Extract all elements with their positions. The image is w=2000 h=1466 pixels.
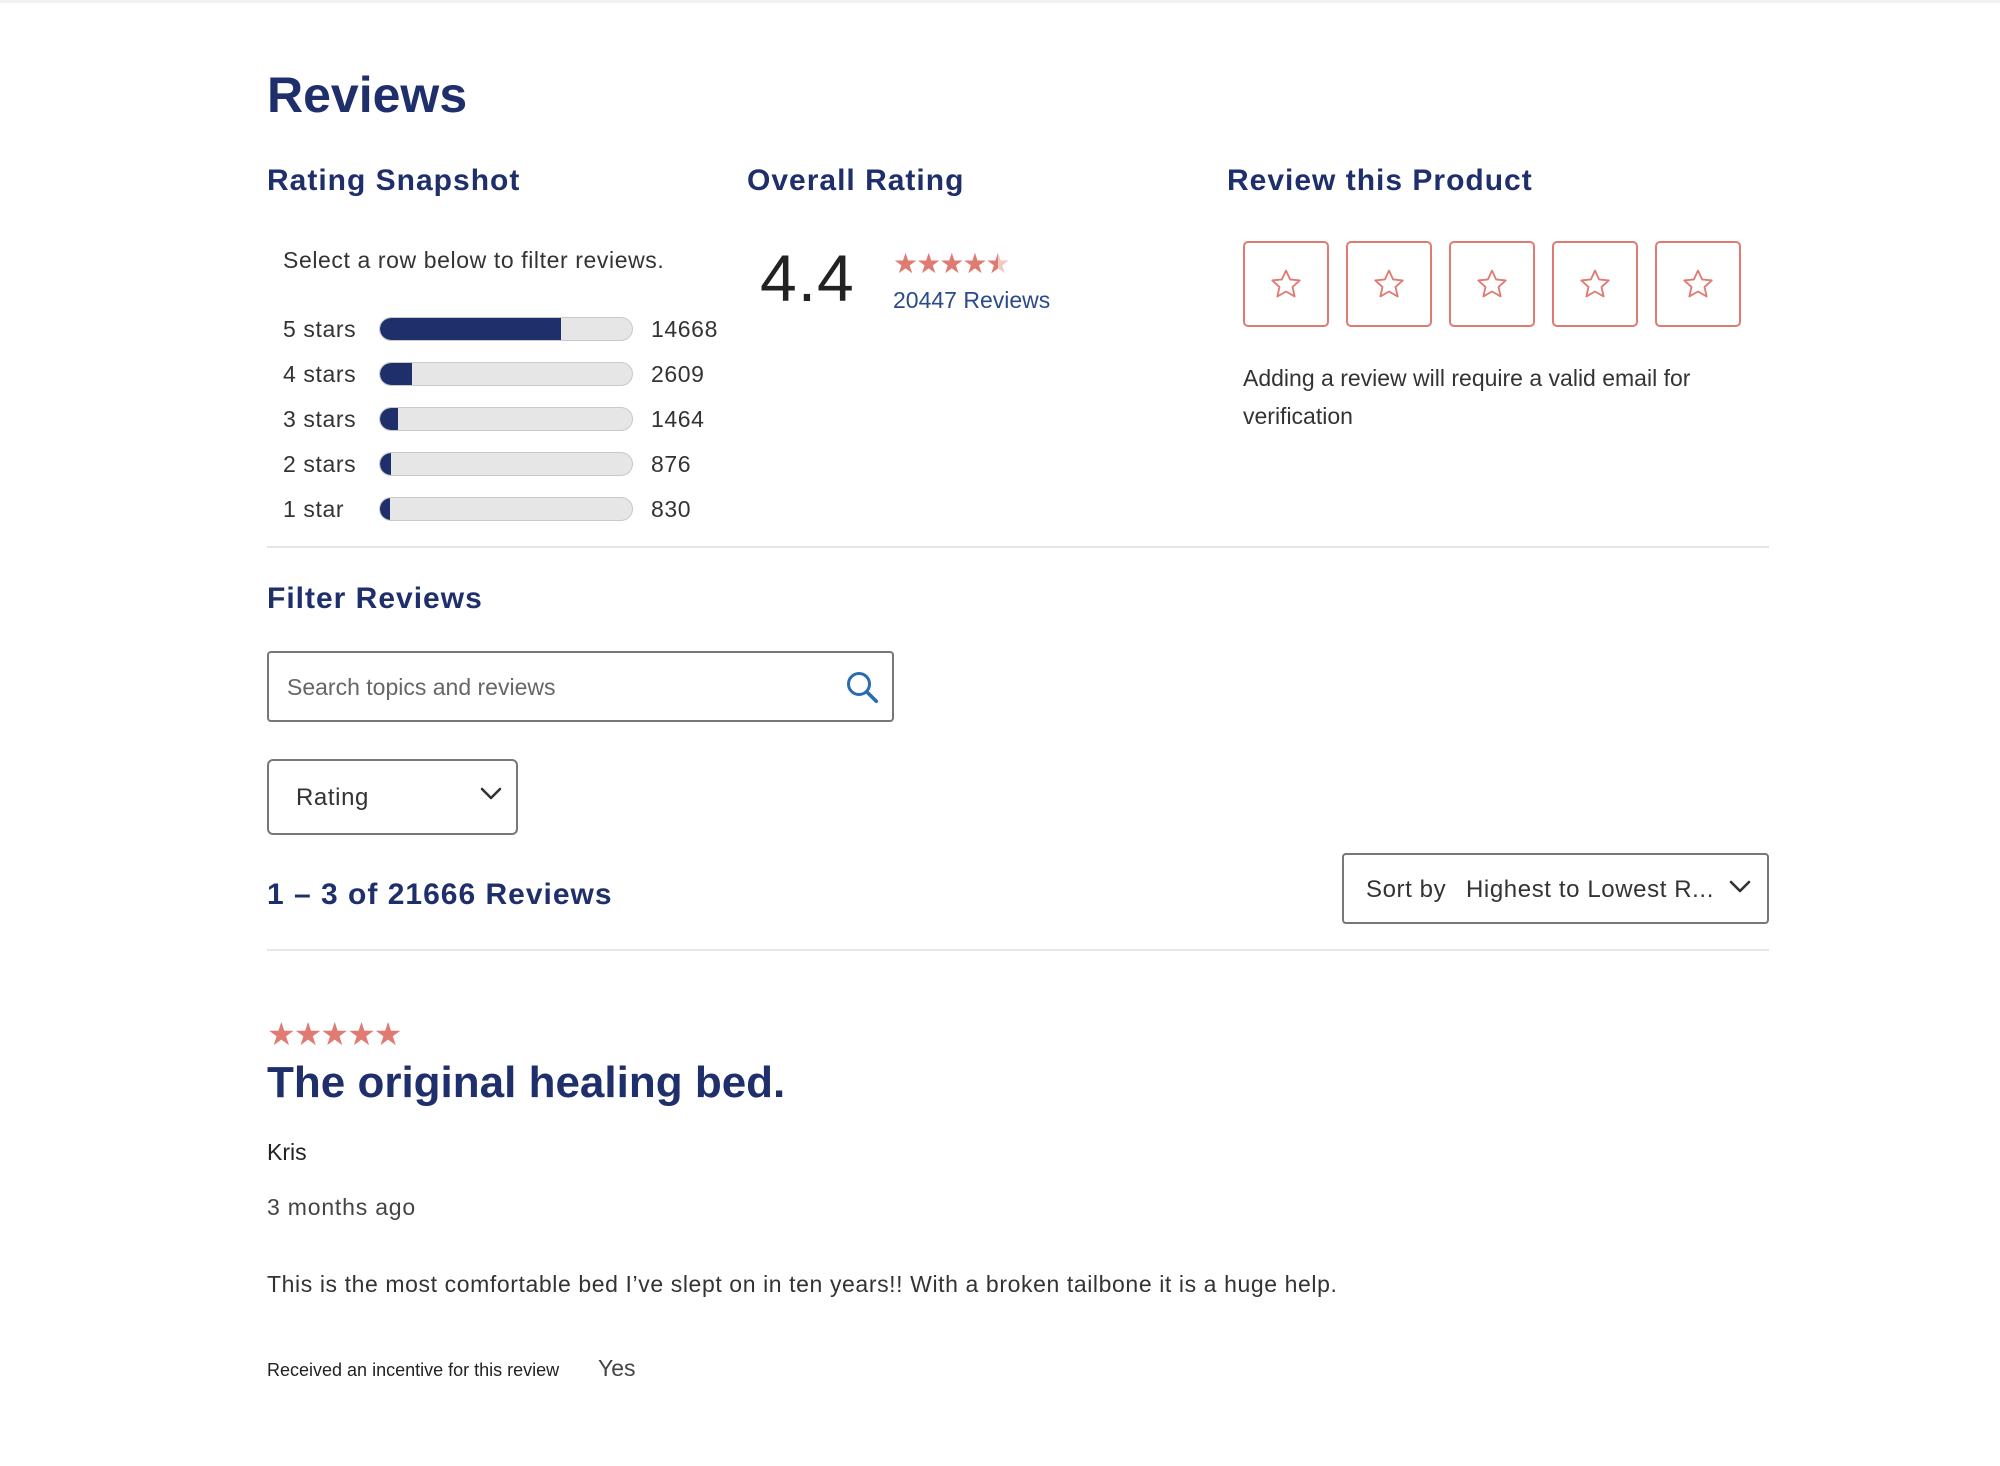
rating-row-count: 1464 <box>651 406 705 432</box>
star-icon: ★ <box>347 1016 376 1052</box>
star-outline-icon <box>1477 269 1507 298</box>
rating-row-count: 14668 <box>651 316 718 342</box>
rating-row-label: 2 stars <box>283 451 357 477</box>
rating-row-label: 1 star <box>283 496 345 522</box>
star-outline-icon <box>1271 269 1301 298</box>
results-divider <box>267 949 1769 951</box>
rating-bar-fill <box>380 498 391 520</box>
rating-bar-track <box>379 452 633 476</box>
chevron-down-icon <box>480 787 502 800</box>
star-icon: ★ <box>320 1016 349 1052</box>
star-icon: ★ <box>267 1016 296 1052</box>
rate-5-star-button[interactable] <box>1655 241 1741 327</box>
star-icon: ★ <box>939 248 964 279</box>
rate-3-star-button[interactable] <box>1449 241 1535 327</box>
sort-select[interactable]: Sort by Highest to Lowest R... <box>1342 853 1769 924</box>
rating-bar-track <box>379 317 633 341</box>
rating-snapshot-heading: Rating Snapshot <box>267 164 521 197</box>
sort-prefix-label: Sort by <box>1366 876 1447 903</box>
overall-rating-value: 4.4 <box>760 241 855 315</box>
review-title: The original healing bed. <box>267 1058 786 1107</box>
review-star-rating: ★★★★★ <box>267 1015 403 1053</box>
rating-row-count: 830 <box>651 496 692 522</box>
email-verification-note: Adding a review will require a valid ema… <box>1243 365 1691 429</box>
review-body: This is the most comfortable bed I’ve sl… <box>267 1271 1338 1297</box>
rate-2-star-button[interactable] <box>1346 241 1432 327</box>
rating-filter-label: Rating <box>296 784 369 811</box>
overall-stars: ★★★★★ ★ <box>893 248 1011 279</box>
partial-star-icon: ★ ★ <box>985 248 1010 279</box>
rating-row-count: 876 <box>651 451 692 477</box>
top-divider <box>0 0 2000 3</box>
search-input[interactable] <box>285 653 829 722</box>
sort-value: Highest to Lowest R... <box>1466 876 1714 903</box>
star-icon: ★ <box>893 248 918 279</box>
search-icon[interactable] <box>844 669 880 705</box>
overall-rating-heading: Overall Rating <box>747 164 965 197</box>
rating-row-label: 5 stars <box>283 316 357 342</box>
rating-bar-track <box>379 362 633 386</box>
rating-bar-fill <box>380 318 561 340</box>
rating-row-4-stars[interactable]: 4 stars 2609 <box>283 357 743 393</box>
rating-row-1-star[interactable]: 1 star 830 <box>283 492 743 528</box>
section-divider <box>267 546 1769 548</box>
rating-row-3-stars[interactable]: 3 stars 1464 <box>283 402 743 438</box>
overall-review-count-link[interactable]: 20447 Reviews <box>893 287 1050 314</box>
rating-bar-fill <box>380 453 391 475</box>
star-outline-icon <box>1580 269 1610 298</box>
rating-row-label: 4 stars <box>283 361 357 387</box>
rate-4-star-button[interactable] <box>1552 241 1638 327</box>
rating-row-2-stars[interactable]: 2 stars 876 <box>283 447 743 483</box>
rating-bar-fill <box>380 363 413 385</box>
review-product-heading: Review this Product <box>1227 164 1533 197</box>
star-icon: ★ <box>293 1016 323 1052</box>
rating-filter-select[interactable]: Rating <box>267 759 518 835</box>
star-icon: ★ <box>962 248 987 279</box>
incentive-value: Yes <box>598 1355 636 1381</box>
star-outline-icon <box>1683 269 1713 298</box>
rating-bar-track <box>379 407 633 431</box>
page-title: Reviews <box>267 67 468 123</box>
rating-bar-fill <box>380 408 399 430</box>
rating-row-count: 2609 <box>651 361 705 387</box>
results-count: 1 – 3 of 21666 Reviews <box>267 878 613 911</box>
snapshot-instruction: Select a row below to filter reviews. <box>283 247 665 273</box>
star-icon: ★ <box>373 1016 403 1052</box>
rating-row-label: 3 stars <box>283 406 357 432</box>
star-icon: ★ <box>916 248 941 279</box>
filter-reviews-heading: Filter Reviews <box>267 582 483 615</box>
incentive-label: Received an incentive for this review <box>267 1360 560 1380</box>
chevron-down-icon <box>1729 880 1751 893</box>
rating-bar-track <box>379 497 633 521</box>
star-outline-icon <box>1374 269 1404 298</box>
rate-1-star-button[interactable] <box>1243 241 1329 327</box>
search-box <box>267 651 894 722</box>
review-date: 3 months ago <box>267 1194 416 1220</box>
review-author: Kris <box>267 1139 307 1165</box>
rating-row-5-stars[interactable]: 5 stars 14668 <box>283 312 743 348</box>
